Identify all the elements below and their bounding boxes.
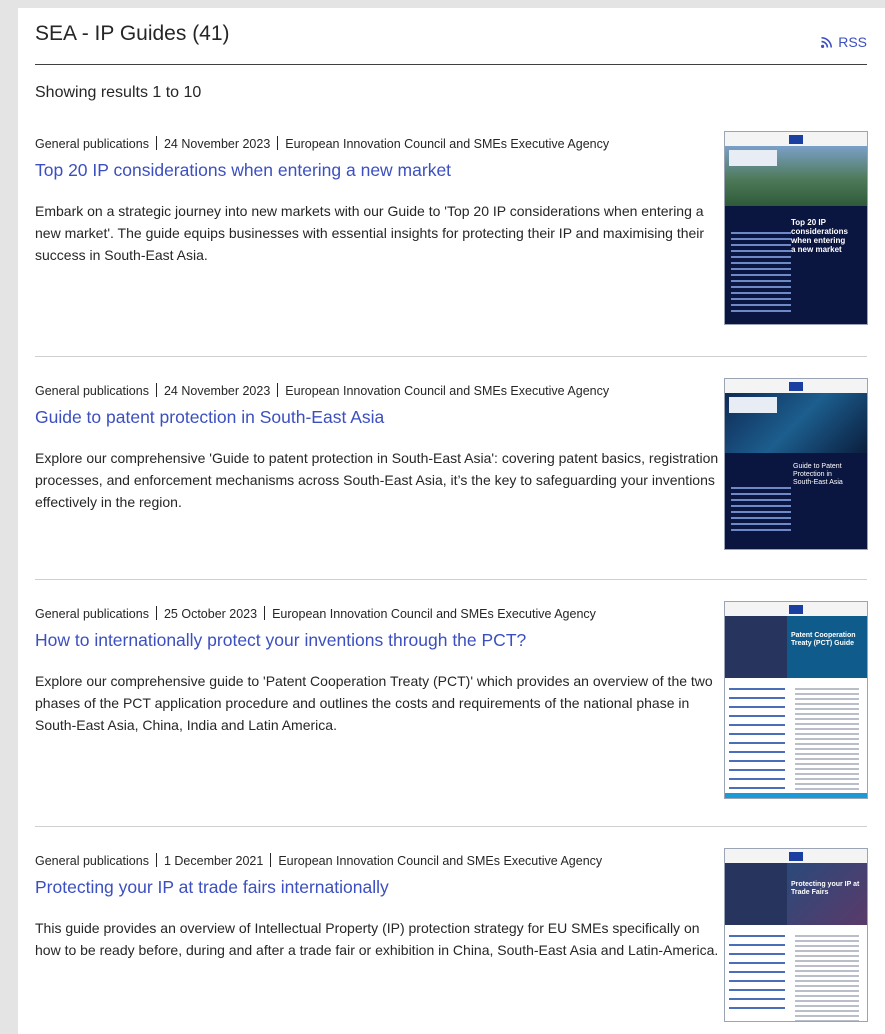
cover-helpdesk-column xyxy=(725,863,787,925)
publication-meta: General publications 24 November 2023 Euro… xyxy=(35,383,609,398)
publication-title-link[interactable]: Protecting your IP at trade fairs intern… xyxy=(35,877,389,898)
results-summary: Showing results 1 to 10 xyxy=(35,84,202,101)
rss-label: RSS xyxy=(838,34,867,50)
cover-toc-lines xyxy=(731,232,791,316)
publication-meta: General publications 1 December 2021 Europ… xyxy=(35,853,602,868)
cover-body-text xyxy=(795,688,859,798)
publication-date: 1 December 2021 xyxy=(163,854,264,868)
eu-flag-icon xyxy=(789,852,803,861)
publication-description: Explore our comprehensive guide to 'Pate… xyxy=(35,673,713,733)
meta-divider xyxy=(277,383,279,397)
publication-meta: General publications 24 November 2023 Euro… xyxy=(35,136,609,151)
meta-divider xyxy=(277,136,279,150)
eu-flag-icon xyxy=(789,135,803,144)
publication-title-link[interactable]: How to internationally protect your inve… xyxy=(35,630,526,651)
publication-type: General publications xyxy=(35,854,149,868)
cover-body-text xyxy=(795,935,859,1021)
meta-divider xyxy=(264,606,266,620)
publication-description: Embark on a strategic journey into new m… xyxy=(35,203,705,263)
cover-toc-lines xyxy=(731,487,791,535)
cover-toc-lines xyxy=(729,935,785,1016)
meta-divider xyxy=(155,136,157,150)
cover-toc-lines xyxy=(729,688,785,796)
publication-type: General publications xyxy=(35,607,149,621)
eu-flag-icon xyxy=(789,382,803,391)
item-divider xyxy=(35,356,867,357)
publication-cover-image[interactable]: Guide to Patent Protection in South-East… xyxy=(724,378,868,550)
publication-date: 24 November 2023 xyxy=(163,137,271,151)
publication-author: European Innovation Council and SMEs Exe… xyxy=(278,854,603,868)
meta-divider xyxy=(155,383,157,397)
cover-helpdesk-label xyxy=(729,150,777,166)
cover-heading: Guide to Patent Protection in South-East… xyxy=(793,463,843,486)
meta-divider xyxy=(270,853,272,867)
publication-cover-image[interactable]: Top 20 IP considerations when entering a… xyxy=(724,131,868,325)
publication-description: Explore our comprehensive 'Guide to pate… xyxy=(35,450,719,510)
publication-author: European Innovation Council and SMEs Exe… xyxy=(285,384,610,398)
cover-helpdesk-label xyxy=(729,397,777,413)
rss-icon xyxy=(821,36,833,48)
publication-type: General publications xyxy=(35,137,149,151)
eu-flag-icon xyxy=(789,605,803,614)
publication-cover-image[interactable]: Patent Cooperation Treaty (PCT) Guide xyxy=(724,601,868,799)
publication-description: This guide provides an overview of Intel… xyxy=(35,920,719,958)
publication-title-link[interactable]: Top 20 IP considerations when entering a… xyxy=(35,160,451,181)
meta-divider xyxy=(155,853,157,867)
page-title: SEA - IP Guides (41) xyxy=(35,22,230,45)
publication-meta: General publications 25 October 2023 Europ… xyxy=(35,606,596,621)
publication-date: 25 October 2023 xyxy=(163,607,258,621)
meta-divider xyxy=(155,606,157,620)
publication-type: General publications xyxy=(35,384,149,398)
item-divider xyxy=(35,579,867,580)
item-divider xyxy=(35,826,867,827)
cover-heading: Patent Cooperation Treaty (PCT) Guide xyxy=(791,632,856,647)
publication-cover-image[interactable]: Protecting your IP at Trade Fairs xyxy=(724,848,868,1022)
publication-date: 24 November 2023 xyxy=(163,384,271,398)
cover-heading: Top 20 IP considerations when entering a… xyxy=(791,218,848,254)
cover-helpdesk-column xyxy=(725,616,787,678)
publication-author: European Innovation Council and SMEs Exe… xyxy=(285,137,610,151)
cover-heading: Protecting your IP at Trade Fairs xyxy=(791,881,860,896)
rss-link[interactable]: RSS xyxy=(821,34,867,50)
publication-title-link[interactable]: Guide to patent protection in South-East… xyxy=(35,407,384,428)
page-header: SEA - IP Guides (41) RSS xyxy=(35,12,867,65)
publication-author: European Innovation Council and SMEs Exe… xyxy=(272,607,596,621)
